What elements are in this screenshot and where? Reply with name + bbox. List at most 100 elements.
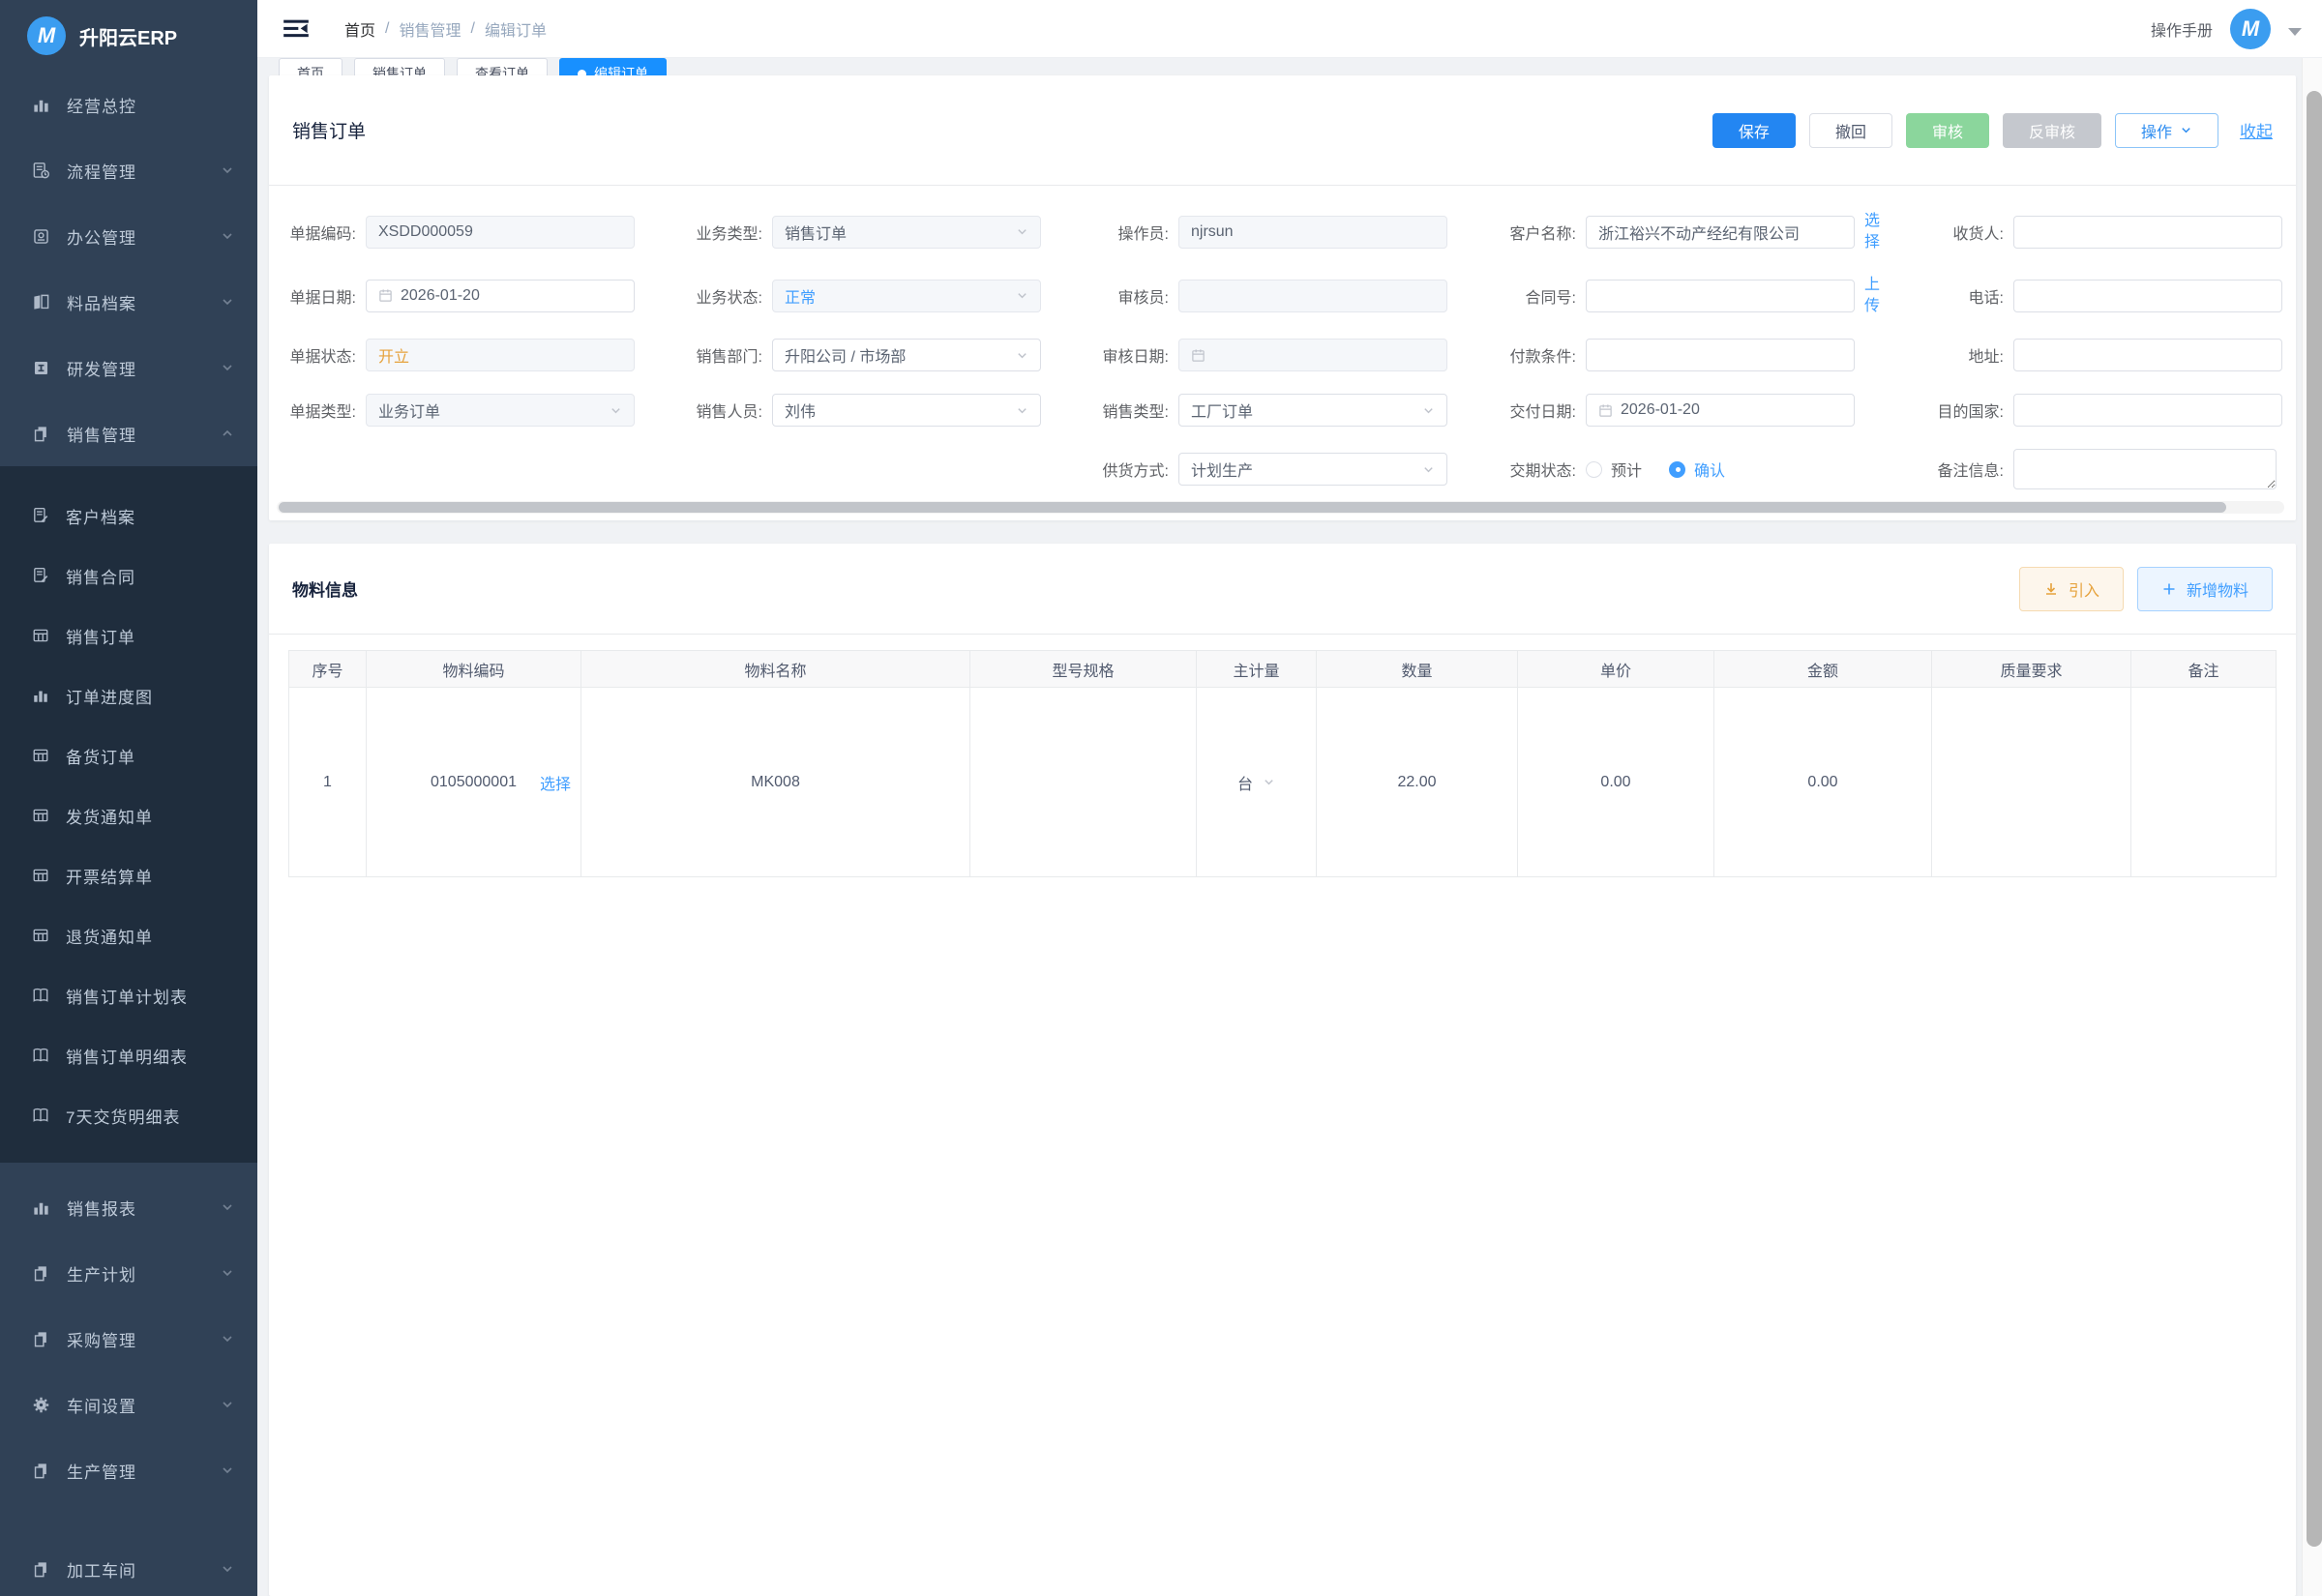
table-icon bbox=[32, 927, 49, 944]
breadcrumb-home[interactable]: 首页 bbox=[344, 17, 375, 41]
form-actions: 保存 撤回 审核 反审核 操作 收起 bbox=[1712, 113, 2273, 148]
biz-status-select[interactable]: 正常 bbox=[772, 280, 1041, 312]
sidebar-item-label: 经营总控 bbox=[67, 93, 234, 117]
tab-home[interactable]: 首页 bbox=[279, 58, 342, 75]
sidebar-item-sales-reports[interactable]: 销售报表 bbox=[0, 1174, 257, 1240]
add-material-button[interactable]: 新增物料 bbox=[2137, 567, 2273, 611]
table-header-row: 序号 物料编码 物料名称 型号规格 主计量 数量 单价 金额 质量要求 备注 bbox=[289, 651, 2277, 688]
save-button[interactable]: 保存 bbox=[1712, 113, 1796, 148]
download-icon bbox=[2043, 581, 2059, 597]
chevron-down-icon bbox=[2180, 124, 2192, 136]
table-icon bbox=[32, 867, 49, 884]
dest-country-input[interactable] bbox=[2013, 394, 2282, 427]
chevron-down-icon bbox=[221, 1398, 234, 1411]
cell-quantity[interactable]: 22.00 bbox=[1317, 688, 1518, 877]
bill-date-picker[interactable]: 2026-01-20 bbox=[366, 280, 635, 312]
sidebar-item-sales-order-detail-report[interactable]: 销售订单明细表 bbox=[0, 1025, 257, 1085]
sidebar-item-sales-order-plan-report[interactable]: 销售订单计划表 bbox=[0, 965, 257, 1025]
unaudit-button[interactable]: 反审核 bbox=[2003, 113, 2101, 148]
radio-estimated[interactable]: 预计 bbox=[1586, 458, 1642, 481]
user-menu-caret-icon[interactable] bbox=[2288, 28, 2302, 36]
customer-input[interactable] bbox=[1586, 216, 1855, 249]
sidebar-item-invoice-settlement[interactable]: 开票结算单 bbox=[0, 845, 257, 905]
sidebar-item-order-progress-chart[interactable]: 订单进度图 bbox=[0, 665, 257, 725]
delivery-date-picker[interactable]: 2026-01-20 bbox=[1586, 394, 1855, 427]
sidebar-item-customer-archive[interactable]: 客户档案 bbox=[0, 486, 257, 546]
address-input[interactable] bbox=[2013, 339, 2282, 371]
withdraw-button[interactable]: 撤回 bbox=[1809, 113, 1892, 148]
sidebar-item-sales-management[interactable]: 销售管理 bbox=[0, 400, 257, 466]
sidebar-item-shipping-notice[interactable]: 发货通知单 bbox=[0, 785, 257, 845]
bill-type-select[interactable]: 业务订单 bbox=[366, 394, 635, 427]
audit-date-picker[interactable] bbox=[1178, 339, 1447, 371]
calendar-icon bbox=[378, 288, 393, 303]
operator-input[interactable] bbox=[1178, 216, 1447, 249]
operate-button[interactable]: 操作 bbox=[2115, 113, 2218, 148]
sales-dept-select[interactable]: 升阳公司 / 市场部 bbox=[772, 339, 1041, 371]
import-label: 引入 bbox=[2069, 577, 2099, 601]
breadcrumb-separator: / bbox=[385, 20, 389, 38]
sidebar-item-material-archive[interactable]: 料品档案 bbox=[0, 269, 257, 335]
horizontal-scrollbar-thumb[interactable] bbox=[279, 502, 2226, 513]
tab-sales-order[interactable]: 销售订单 bbox=[354, 58, 445, 75]
biz-type-select[interactable]: 销售订单 bbox=[772, 216, 1041, 249]
navbar-right: 操作手册 M bbox=[2151, 9, 2302, 49]
cell-spec[interactable] bbox=[970, 688, 1197, 877]
vertical-scrollbar-thumb[interactable] bbox=[2307, 91, 2322, 1547]
sidebar-item-sales-order[interactable]: 销售订单 bbox=[0, 606, 257, 665]
field-bill-date: 单据日期: 2026-01-20 bbox=[279, 275, 680, 316]
import-button[interactable]: 引入 bbox=[2019, 567, 2124, 611]
sidebar-item-7day-delivery-report[interactable]: 7天交货明细表 bbox=[0, 1085, 257, 1145]
table-row: 1 0105000001 选择 MK008 台 bbox=[289, 688, 2277, 877]
field-label: 单据状态: bbox=[279, 343, 366, 367]
cell-material-code[interactable]: 0105000001 选择 bbox=[367, 688, 581, 877]
remark-textarea[interactable] bbox=[2013, 449, 2277, 489]
col-header-amount: 金额 bbox=[1714, 651, 1932, 688]
sidebar-item-processing-workshop[interactable]: 加工车间 bbox=[0, 1536, 257, 1596]
cell-material-name[interactable]: MK008 bbox=[581, 688, 970, 877]
sidebar-item-purchase-management[interactable]: 采购管理 bbox=[0, 1306, 257, 1372]
contract-no-input[interactable] bbox=[1586, 280, 1855, 312]
sidebar-item-stock-order[interactable]: 备货订单 bbox=[0, 725, 257, 785]
supply-mode-select[interactable]: 计划生产 bbox=[1178, 453, 1447, 486]
row-choose-link[interactable]: 选择 bbox=[540, 771, 571, 794]
avatar[interactable]: M bbox=[2230, 9, 2271, 49]
sidebar-item-sales-contract[interactable]: 销售合同 bbox=[0, 546, 257, 606]
cell-unit[interactable]: 台 bbox=[1197, 688, 1317, 877]
field-label: 销售人员: bbox=[680, 399, 772, 422]
customer-choose-link[interactable]: 选择 bbox=[1864, 211, 1888, 252]
salesman-select[interactable]: 刘伟 bbox=[772, 394, 1041, 427]
radio-confirmed[interactable]: 确认 bbox=[1669, 458, 1725, 481]
auditor-input[interactable] bbox=[1178, 280, 1447, 312]
sidebar-item-production-plan[interactable]: 生产计划 bbox=[0, 1240, 257, 1306]
chevron-down-icon bbox=[221, 1266, 234, 1280]
sidebar-item-label: 订单进度图 bbox=[66, 684, 234, 708]
audit-button[interactable]: 审核 bbox=[1906, 113, 1989, 148]
receiver-input[interactable] bbox=[2013, 216, 2282, 249]
payment-terms-input[interactable] bbox=[1586, 339, 1855, 371]
manual-link[interactable]: 操作手册 bbox=[2151, 17, 2213, 41]
cell-unit-price[interactable]: 0.00 bbox=[1518, 688, 1714, 877]
field-label: 审核日期: bbox=[1082, 343, 1178, 367]
sidebar-item-return-notice[interactable]: 退货通知单 bbox=[0, 905, 257, 965]
phone-input[interactable] bbox=[2013, 280, 2282, 312]
chevron-down-icon bbox=[1263, 776, 1275, 788]
sidebar-item-office-management[interactable]: 办公管理 bbox=[0, 203, 257, 269]
cell-quality[interactable] bbox=[1932, 688, 2131, 877]
tab-edit-order[interactable]: 编辑订单 bbox=[559, 58, 667, 75]
sidebar-item-process-management[interactable]: 流程管理 bbox=[0, 137, 257, 203]
breadcrumb-sales-management[interactable]: 销售管理 bbox=[399, 17, 461, 41]
collapse-link[interactable]: 收起 bbox=[2240, 118, 2273, 142]
sidebar-item-production-management[interactable]: 生产管理 bbox=[0, 1437, 257, 1503]
sidebar-item-workshop-settings[interactable]: 车间设置 bbox=[0, 1372, 257, 1437]
sidebar-collapse-icon[interactable] bbox=[283, 16, 312, 42]
bill-status-input[interactable] bbox=[366, 339, 635, 371]
contract-upload-link[interactable]: 上传 bbox=[1864, 275, 1888, 316]
tab-view-order[interactable]: 查看订单 bbox=[457, 58, 548, 75]
bill-code-input[interactable] bbox=[366, 216, 635, 249]
sales-type-select[interactable]: 工厂订单 bbox=[1178, 394, 1447, 427]
sidebar-item-rnd-management[interactable]: 研发管理 bbox=[0, 335, 257, 400]
sidebar-item-business-overview[interactable]: 经营总控 bbox=[0, 72, 257, 137]
cell-remark[interactable] bbox=[2131, 688, 2277, 877]
date-value: 2026-01-20 bbox=[401, 287, 480, 305]
